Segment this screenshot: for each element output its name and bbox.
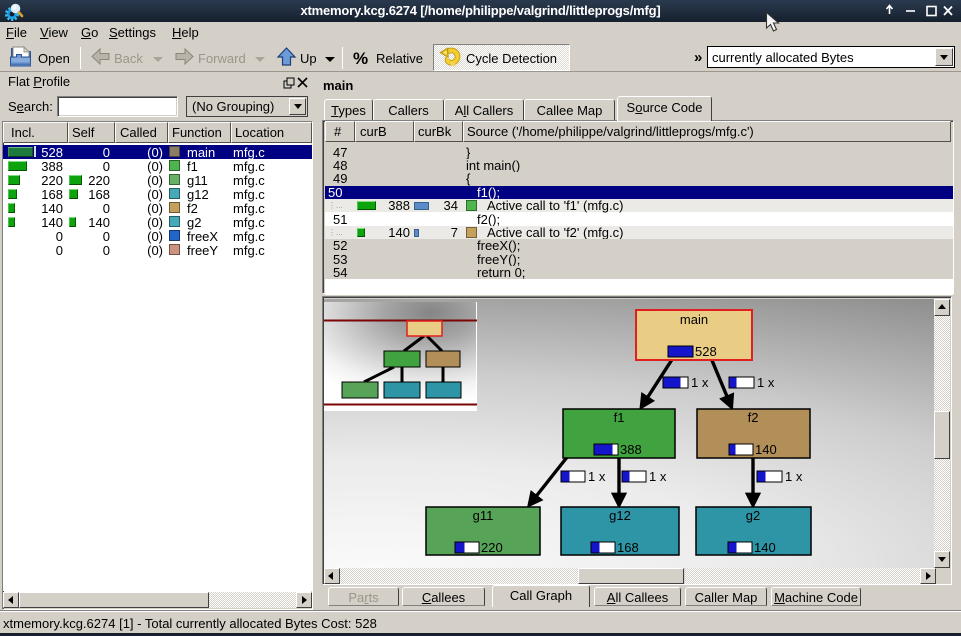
svg-text:1 x: 1 x [691, 375, 709, 390]
svg-text:g2: g2 [746, 508, 760, 523]
svg-text:f1: f1 [614, 410, 625, 425]
svg-text:g12: g12 [609, 508, 631, 523]
svg-text:1 x: 1 x [757, 375, 775, 390]
svg-text:388: 388 [620, 442, 642, 457]
svg-text:1 x: 1 x [649, 469, 667, 484]
svg-text:168: 168 [617, 540, 639, 555]
svg-text:main: main [680, 312, 708, 327]
svg-text:140: 140 [754, 540, 776, 555]
svg-text:f2: f2 [748, 410, 759, 425]
svg-text:g11: g11 [473, 508, 494, 523]
svg-text:220: 220 [481, 540, 503, 555]
svg-text:140: 140 [755, 442, 777, 457]
svg-text:528: 528 [695, 344, 717, 359]
svg-text:1 x: 1 x [588, 469, 606, 484]
svg-text:1 x: 1 x [785, 469, 803, 484]
